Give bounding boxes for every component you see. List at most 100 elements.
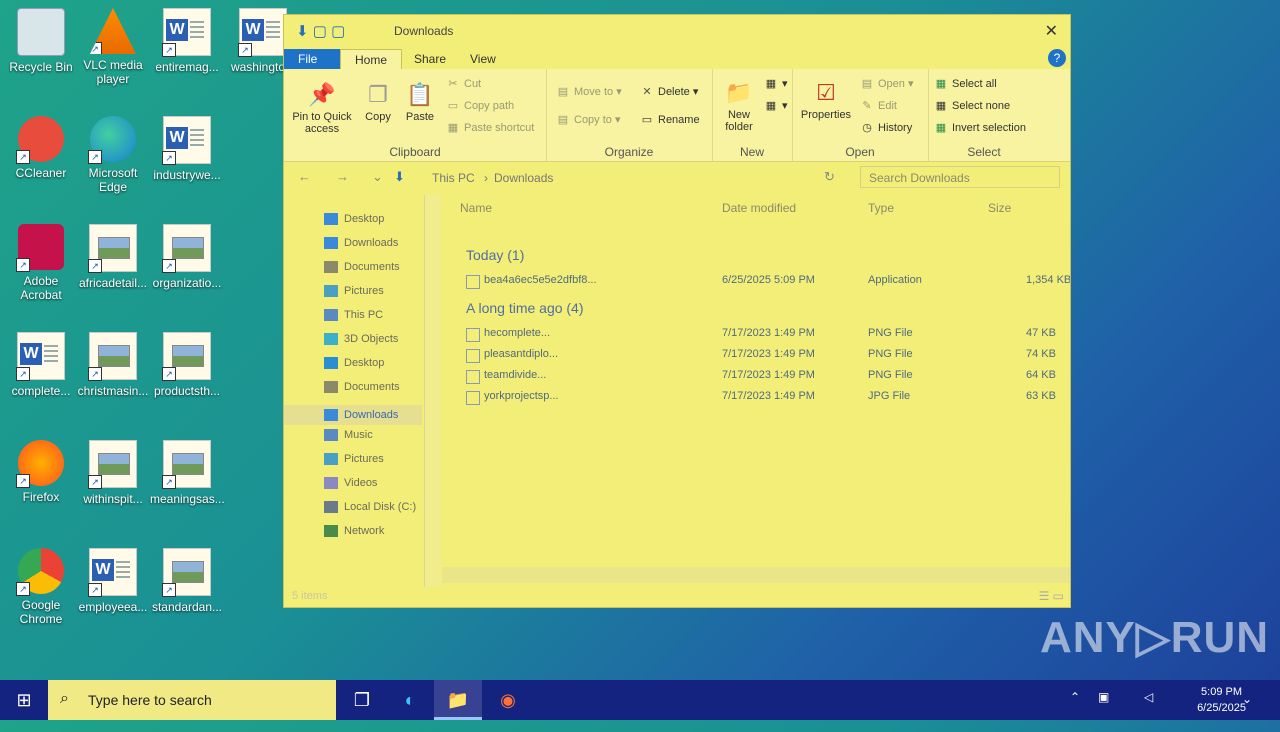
breadcrumb-this-pc[interactable]: This PC	[432, 171, 475, 185]
nav-pane-item[interactable]: Pictures	[324, 453, 384, 466]
desktop-icon[interactable]: ↗ organizatio...	[150, 224, 224, 290]
file-icon	[466, 328, 480, 342]
nav-pane-item[interactable]: 3D Objects	[324, 333, 398, 346]
desktop-icon[interactable]: ↗ employeea...	[76, 548, 150, 614]
task-view-icon[interactable]: ❐	[338, 680, 386, 720]
new-item-button[interactable]: ▦ ▾	[764, 77, 788, 90]
desktop-icon[interactable]: ↗ entiremag...	[150, 8, 224, 74]
image-file-icon: ↗	[162, 332, 211, 381]
nav-pane-item[interactable]: Videos	[324, 477, 377, 490]
properties-button[interactable]: ☑ Properties	[798, 79, 854, 121]
nav-pane-scrollbar[interactable]	[424, 195, 441, 587]
nav-pane-item[interactable]: Documents	[324, 261, 400, 274]
quick-access-toolbar-icon[interactable]: ⬇ ▢ ▢	[296, 22, 345, 40]
copy-button[interactable]: ❐ Copy	[360, 81, 396, 123]
easy-access-button[interactable]: ▦ ▾	[764, 99, 788, 112]
desktop-icon[interactable]: ↗ christmasin...	[76, 332, 150, 398]
view-toggle-icons[interactable]: ☰ ▭	[1039, 589, 1064, 603]
nav-pane-item[interactable]: Pictures	[324, 285, 384, 298]
nav-pane-item[interactable]: Music	[324, 429, 373, 442]
edge-taskbar-icon[interactable]: ◐	[386, 680, 434, 720]
rename-icon: ▭	[641, 114, 653, 126]
file-row[interactable]: teamdivide... 7/17/2023 1:49 PM PNG File 64…	[466, 366, 1066, 386]
nav-pane-item[interactable]: Network	[324, 525, 384, 538]
column-size[interactable]: Size	[988, 201, 1011, 215]
desktop-icon[interactable]: ↗ productsth...	[150, 332, 224, 398]
nav-pane-item[interactable]: Documents	[324, 381, 400, 394]
tab-file[interactable]: File	[284, 49, 340, 69]
search-input[interactable]: Search Downloads	[860, 166, 1060, 188]
desktop-icon[interactable]: ↗ VLC media player	[76, 8, 150, 86]
file-row[interactable]: pleasantdiplo... 7/17/2023 1:49 PM PNG Fil…	[466, 345, 1066, 365]
notifications-icon[interactable]: ⌄	[1242, 692, 1252, 732]
rename-button[interactable]: ▭ Rename	[640, 113, 700, 126]
desktop-icon[interactable]: ↗ withinspit...	[76, 440, 150, 506]
back-icon[interactable]: ←	[298, 169, 311, 184]
desktop-icon[interactable]: ↗ industrywe...	[150, 116, 224, 182]
start-icon[interactable]: ⊞	[0, 680, 48, 720]
clock[interactable]: 5:09 PM 6/25/2025	[1197, 684, 1246, 716]
horizontal-scrollbar[interactable]	[442, 567, 1070, 583]
delete-button[interactable]: ✕ Delete ▾	[640, 85, 698, 98]
group-header[interactable]: A long time ago (4)	[466, 300, 584, 316]
tab-home[interactable]: Home	[340, 49, 403, 70]
desktop-icon[interactable]: ↗ Firefox	[4, 440, 78, 504]
desktop-icon[interactable]: ↗ africadetail...	[76, 224, 150, 290]
copy-path-button[interactable]: ▭ Copy path	[446, 99, 514, 112]
file-explorer-taskbar-icon[interactable]: 📁	[434, 680, 482, 720]
desktop-icon[interactable]: Recycle Bin	[4, 8, 78, 74]
paste-shortcut-button[interactable]: ▦ Paste shortcut	[446, 121, 535, 134]
breadcrumb-downloads[interactable]: Downloads	[494, 171, 553, 185]
nav-pane-item[interactable]: Downloads	[284, 405, 422, 425]
tab-share[interactable]: Share	[400, 49, 460, 69]
file-icon	[466, 370, 480, 384]
tab-view[interactable]: View	[456, 49, 510, 69]
move-to-button[interactable]: ▤ Move to ▾	[556, 85, 622, 98]
column-date-modified[interactable]: Date modified	[722, 201, 796, 215]
forward-icon[interactable]: →	[336, 169, 349, 184]
paste-button[interactable]: 📋 Paste	[402, 81, 438, 123]
desktop-icon[interactable]: ↗ Microsoft Edge	[76, 116, 150, 194]
nav-pane-item[interactable]: Local Disk (C:)	[324, 501, 416, 514]
file-row[interactable]: yorkprojectsp... 7/17/2023 1:49 PM JPG Fil…	[466, 387, 1066, 407]
new-folder-button[interactable]: 📁 New folder	[716, 79, 762, 133]
select-none-button[interactable]: ▦ Select none	[934, 99, 1010, 112]
select-all-button[interactable]: ▦ Select all	[934, 77, 997, 90]
desktop-icon[interactable]: ↗ CCleaner	[4, 116, 78, 180]
desktop-icon[interactable]: ↗ complete...	[4, 332, 78, 398]
explorer-window[interactable]: ⬇ ▢ ▢ Downloads ✕ File Home Share View ?…	[283, 14, 1071, 608]
volume-icon[interactable]: ◁	[1144, 690, 1153, 730]
file-row[interactable]: hecomplete... 7/17/2023 1:49 PM PNG File 47…	[466, 324, 1066, 344]
address-bar-row: ← → ⌄ ⬇ This PC › Downloads ↻ Search Dow…	[284, 163, 1070, 191]
network-icon[interactable]: ▣	[1098, 690, 1109, 730]
history-button[interactable]: ◷ History	[860, 121, 912, 134]
recent-locations-icon[interactable]: ⌄	[372, 169, 383, 185]
nav-pane-item[interactable]: Downloads	[324, 237, 398, 250]
group-label: Select	[967, 145, 1001, 159]
copy-to-button[interactable]: ▤ Copy to ▾	[556, 113, 621, 126]
desktop-icon[interactable]: ↗ Google Chrome	[4, 548, 78, 626]
cut-button[interactable]: ✂ Cut	[446, 77, 481, 90]
invert-selection-button[interactable]: ▦ Invert selection	[934, 121, 1026, 134]
desktop-icon[interactable]: ↗ Adobe Acrobat	[4, 224, 78, 302]
desktop-icon[interactable]: ↗ standardan...	[150, 548, 224, 614]
nav-pane-item[interactable]: Desktop	[324, 357, 384, 370]
nav-pane-item[interactable]: Desktop	[324, 213, 384, 226]
group-header[interactable]: Today (1)	[466, 247, 524, 263]
file-row[interactable]: bea4a6ec5e5e2dfbf8... 6/25/2025 5:09 PM Ap…	[466, 271, 1070, 291]
column-name[interactable]: Name	[460, 201, 492, 215]
title-bar[interactable]: ⬇ ▢ ▢ Downloads ✕	[284, 15, 1070, 47]
close-icon[interactable]: ✕	[1045, 21, 1058, 41]
firefox-taskbar-icon[interactable]: ◉	[484, 680, 532, 720]
help-icon[interactable]: ?	[1048, 49, 1066, 67]
refresh-icon[interactable]: ↻	[824, 169, 835, 185]
show-hidden-icons-icon[interactable]: ⌃	[1070, 690, 1080, 730]
folder-icon	[324, 501, 338, 514]
nav-pane-item[interactable]: This PC	[324, 309, 383, 322]
pin-quick-access-button[interactable]: 📌 Pin to Quick access	[290, 81, 354, 135]
edit-button[interactable]: ✎ Edit	[860, 99, 897, 112]
column-type[interactable]: Type	[868, 201, 894, 215]
taskbar-search[interactable]: ⌕ Type here to search	[48, 680, 336, 720]
desktop-icon[interactable]: ↗ meaningsas...	[150, 440, 225, 506]
open-button[interactable]: ▤ Open ▾	[860, 77, 914, 90]
